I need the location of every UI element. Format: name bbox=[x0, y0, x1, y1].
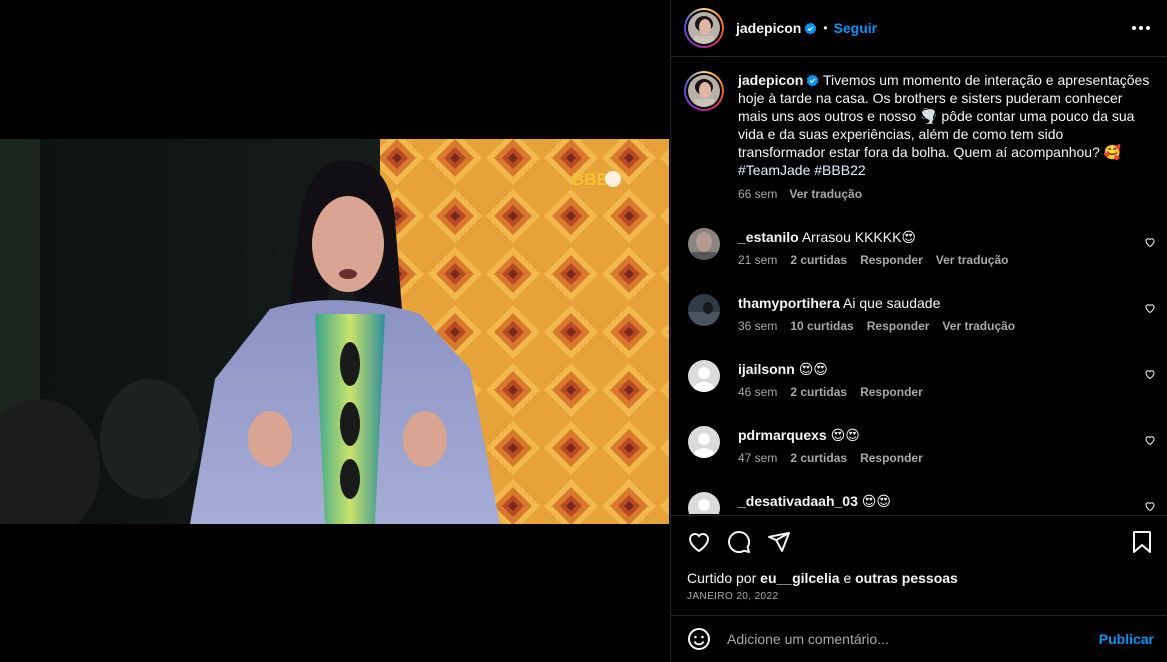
comment-reply-button[interactable]: Responder bbox=[867, 319, 930, 333]
save-bookmark-icon[interactable] bbox=[1131, 530, 1153, 554]
comment-item: pdrmarquexs 😍😍 47 sem 2 curtidas Respond… bbox=[688, 426, 1167, 482]
comment-item: thamyportihera Ai que saudade 36 sem 10 … bbox=[688, 294, 1167, 350]
comment-item: _estanilo Arrasou KKKKK😍 21 sem 2 curtid… bbox=[688, 228, 1167, 284]
liked-by-connector: e bbox=[843, 570, 852, 586]
comment-input[interactable] bbox=[727, 631, 1099, 647]
post-video[interactable]: BBB bbox=[0, 139, 669, 524]
comment-reply-button[interactable]: Responder bbox=[860, 253, 923, 267]
comment-item: ijailsonn 😍😍 46 sem 2 curtidas Responder bbox=[688, 360, 1167, 416]
liked-by-summary: Curtido por eu__gilcelia e outras pessoa… bbox=[687, 570, 1154, 586]
liked-by-prefix: Curtido por bbox=[687, 570, 757, 586]
share-paper-plane-icon[interactable] bbox=[767, 530, 791, 554]
comment-text: 😍😍 bbox=[798, 361, 828, 377]
comment-avatar[interactable] bbox=[688, 360, 720, 392]
comment-like-heart-icon[interactable] bbox=[1144, 368, 1156, 380]
verified-badge-icon bbox=[805, 22, 817, 34]
comment-text: Ai que saudade bbox=[843, 295, 941, 311]
caption-translate-link[interactable]: Ver tradução bbox=[789, 185, 862, 203]
comments-scroll-area[interactable]: jadepicon Tivemos um momento de interaçã… bbox=[671, 58, 1167, 514]
post-media: BBB bbox=[0, 0, 670, 662]
comment-likes-link[interactable]: 2 curtidas bbox=[790, 253, 847, 267]
publish-button[interactable]: Publicar bbox=[1099, 631, 1154, 647]
comment-bubble-icon[interactable] bbox=[727, 530, 751, 554]
author-avatar[interactable] bbox=[684, 8, 724, 48]
comment-reply-button[interactable]: Responder bbox=[860, 451, 923, 465]
comment-like-heart-icon[interactable] bbox=[1144, 302, 1156, 314]
comment-likes-link[interactable]: 10 curtidas bbox=[790, 319, 853, 333]
comment-time: 21 sem bbox=[738, 253, 778, 267]
liked-by-user[interactable]: eu__gilcelia bbox=[760, 570, 839, 586]
comment-time: 36 sem bbox=[738, 319, 778, 333]
post-side-panel: jadepicon • Seguir jadepicon Tivemos um … bbox=[670, 0, 1167, 662]
more-options-icon[interactable] bbox=[1128, 20, 1154, 36]
comment-item: _desativadaah_03 😍😍 bbox=[688, 492, 1167, 514]
comment-text: Arrasou KKKKK😍 bbox=[801, 229, 917, 245]
comment-username[interactable]: _desativadaah_03 bbox=[738, 493, 858, 509]
verified-badge-icon bbox=[807, 74, 819, 87]
comment-text: 😍😍 bbox=[830, 427, 860, 443]
comment-avatar[interactable] bbox=[688, 426, 720, 458]
comment-translate-link[interactable]: Ver tradução bbox=[942, 319, 1015, 333]
comment-likes-link[interactable]: 2 curtidas bbox=[790, 385, 847, 399]
caption-username[interactable]: jadepicon bbox=[738, 72, 803, 88]
comment-likes-link[interactable]: 2 curtidas bbox=[790, 451, 847, 465]
bbb-watermark: BBB bbox=[572, 170, 609, 189]
comment-like-heart-icon[interactable] bbox=[1144, 434, 1156, 446]
post-actions: Curtido por eu__gilcelia e outras pessoa… bbox=[671, 515, 1167, 602]
caption-hashtags[interactable]: #TeamJade #BBB22 bbox=[738, 162, 866, 178]
video-frame: BBB bbox=[0, 139, 669, 524]
post-date: JANEIRO 20, 2022 bbox=[687, 591, 779, 602]
caption-time: 66 sem bbox=[738, 187, 778, 201]
liked-by-others-link[interactable]: outras pessoas bbox=[855, 570, 958, 586]
caption-author-avatar[interactable] bbox=[684, 71, 724, 111]
comment-time: 47 sem bbox=[738, 451, 778, 465]
post-caption: jadepicon Tivemos um momento de interaçã… bbox=[671, 58, 1167, 203]
follow-button[interactable]: Seguir bbox=[834, 20, 878, 36]
add-comment-bar: Publicar bbox=[671, 615, 1167, 662]
comment-time: 46 sem bbox=[738, 385, 778, 399]
comment-username[interactable]: ijailsonn bbox=[738, 361, 795, 377]
comment-avatar[interactable] bbox=[688, 492, 720, 514]
comment-username[interactable]: thamyportihera bbox=[738, 295, 840, 311]
comment-like-heart-icon[interactable] bbox=[1144, 236, 1156, 248]
like-heart-icon[interactable] bbox=[687, 530, 711, 554]
emoji-icon[interactable] bbox=[687, 627, 711, 651]
comment-reply-button[interactable]: Responder bbox=[860, 385, 923, 399]
comment-text: 😍😍 bbox=[861, 493, 891, 509]
comment-avatar[interactable] bbox=[688, 228, 720, 260]
comment-username[interactable]: _estanilo bbox=[738, 229, 799, 245]
comment-like-heart-icon[interactable] bbox=[1144, 500, 1156, 512]
comment-username[interactable]: pdrmarquexs bbox=[738, 427, 827, 443]
comment-avatar[interactable] bbox=[688, 294, 720, 326]
separator-dot: • bbox=[823, 21, 828, 35]
comment-translate-link[interactable]: Ver tradução bbox=[936, 253, 1009, 267]
author-username[interactable]: jadepicon bbox=[736, 20, 801, 36]
post-header: jadepicon • Seguir bbox=[671, 0, 1167, 57]
